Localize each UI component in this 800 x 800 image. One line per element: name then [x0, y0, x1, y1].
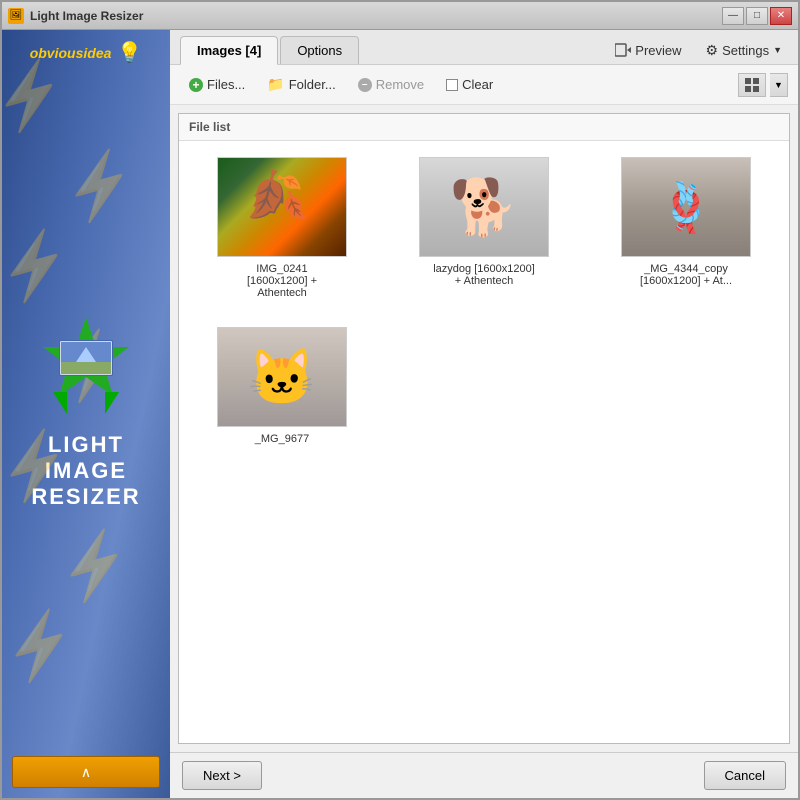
files-label: Files...	[207, 77, 245, 92]
preview-button[interactable]: Preview	[609, 38, 687, 62]
preview-svg	[615, 43, 631, 57]
badge-star	[41, 312, 131, 402]
arrow-icon: ∧	[81, 764, 91, 781]
close-button[interactable]: ✕	[770, 7, 792, 25]
badge-ribbon-left	[53, 392, 67, 414]
tabs-left: Images [4] Options	[180, 36, 359, 64]
lightbulb-icon: 💡	[117, 40, 142, 65]
brand-obvious: obvious	[30, 45, 84, 61]
next-button[interactable]: Next >	[182, 761, 262, 790]
grid-view-icon	[745, 78, 759, 92]
tab-bar: Images [4] Options Previ	[170, 30, 798, 65]
main-layout: ⚡ ⚡ ⚡ ⚡ ⚡ ⚡ ⚡ obviousidea 💡	[2, 30, 798, 798]
file-grid: 🍂 IMG_0241[1600x1200] +Athentech 🐕	[179, 141, 789, 743]
tab-options[interactable]: Options	[280, 36, 359, 64]
clear-button[interactable]: Clear	[437, 72, 502, 97]
file-name-dog: lazydog [1600x1200]+ Athentech	[433, 263, 535, 287]
thumb-image-dog: 🐕	[420, 158, 548, 256]
title-bar: 🖼 Light Image Resizer — □ ✕	[2, 2, 798, 30]
tabs-right: Preview ⚙ Settings ▼	[609, 38, 788, 63]
window-title: Light Image Resizer	[30, 9, 143, 23]
thumbnail-flowers: 🍂	[217, 157, 347, 257]
remove-button[interactable]: – Remove	[349, 72, 433, 97]
cancel-button[interactable]: Cancel	[704, 761, 786, 790]
minimize-button[interactable]: —	[722, 7, 744, 25]
remove-label: Remove	[376, 77, 424, 92]
view-dropdown-button[interactable]: ▼	[770, 73, 788, 97]
file-name-flowers: IMG_0241[1600x1200] +Athentech	[247, 263, 317, 299]
app-icon: 🖼	[8, 8, 24, 24]
thumb-image-rope: 🪢	[622, 158, 750, 256]
badge-ribbon-right	[105, 392, 119, 414]
folder-icon: 📁	[267, 76, 284, 93]
title-light: LIGHT	[31, 432, 140, 458]
sidebar-badge	[41, 312, 131, 402]
add-files-icon: +	[189, 78, 203, 92]
leaf-emoji: 🍂	[239, 163, 311, 232]
thumbnail-dog: 🐕	[419, 157, 549, 257]
settings-label: Settings	[722, 43, 769, 58]
sidebar-middle: LIGHT IMAGE RESIZER	[31, 75, 140, 746]
sidebar-arrow-button[interactable]: ∧	[12, 756, 160, 788]
star-shape	[41, 312, 131, 402]
preview-label: Preview	[635, 43, 681, 58]
file-panel: File list 🍂 IMG_0241[1600x1200] +A	[178, 113, 790, 744]
settings-button[interactable]: ⚙ Settings ▼	[700, 38, 788, 63]
file-name-rope: _MG_4344_copy[1600x1200] + At...	[640, 263, 732, 287]
clear-checkbox-icon	[446, 79, 458, 91]
file-name-cat: _MG_9677	[255, 433, 309, 445]
preview-icon	[615, 42, 631, 58]
folder-label: Folder...	[289, 77, 336, 92]
files-button[interactable]: + Files...	[180, 72, 254, 97]
sidebar: ⚡ ⚡ ⚡ ⚡ ⚡ ⚡ ⚡ obviousidea 💡	[2, 30, 170, 798]
title-resizer: RESIZER	[31, 484, 140, 510]
content-area: Images [4] Options Previ	[170, 30, 798, 798]
tab-images[interactable]: Images [4]	[180, 36, 278, 65]
list-item[interactable]: 🐕 lazydog [1600x1200]+ Athentech	[391, 151, 577, 305]
file-panel-header: File list	[179, 114, 789, 141]
toolbar-right: ▼	[738, 73, 788, 97]
list-item[interactable]: 🍂 IMG_0241[1600x1200] +Athentech	[189, 151, 375, 305]
dog-emoji: 🐕	[450, 175, 518, 240]
thumb-image-cat: 🐱	[218, 328, 346, 426]
folder-button[interactable]: 📁 Folder...	[258, 71, 344, 98]
thumbnail-cat: 🐱	[217, 327, 347, 427]
rope-emoji: 🪢	[656, 179, 716, 236]
thumbnail-rope: 🪢	[621, 157, 751, 257]
view-toggle-button[interactable]	[738, 73, 766, 97]
title-image: IMAGE	[31, 458, 140, 484]
chevron-down-icon: ▼	[773, 45, 782, 55]
cat-emoji: 🐱	[248, 345, 316, 410]
brand-logo: obviousidea 💡	[30, 40, 143, 65]
app-title-display: LIGHT IMAGE RESIZER	[31, 432, 140, 510]
maximize-button[interactable]: □	[746, 7, 768, 25]
window-controls: — □ ✕	[722, 7, 792, 25]
main-window: 🖼 Light Image Resizer — □ ✕ ⚡ ⚡ ⚡ ⚡ ⚡ ⚡ …	[0, 0, 800, 800]
toolbar: + Files... 📁 Folder... – Remove Clear	[170, 65, 798, 105]
brand-idea: idea	[83, 45, 111, 61]
list-item[interactable]: 🐱 _MG_9677	[189, 321, 375, 451]
thumb-image-flowers: 🍂	[218, 158, 346, 256]
list-item[interactable]: 🪢 _MG_4344_copy[1600x1200] + At...	[593, 151, 779, 305]
bottom-bar: Next > Cancel	[170, 752, 798, 798]
clear-label: Clear	[462, 77, 493, 92]
remove-icon: –	[358, 78, 372, 92]
gear-icon: ⚙	[706, 42, 719, 59]
brand-text: obviousidea	[30, 45, 112, 61]
title-bar-left: 🖼 Light Image Resizer	[8, 8, 143, 24]
